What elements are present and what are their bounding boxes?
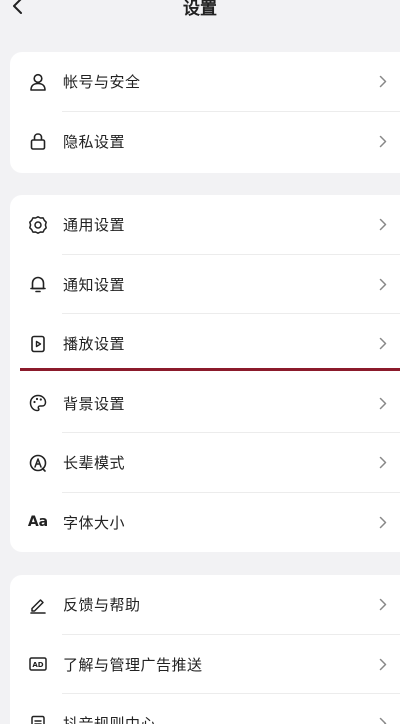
user-icon: [27, 71, 49, 93]
settings-item-general[interactable]: 通用设置: [10, 195, 400, 255]
settings-item-feedback[interactable]: 反馈与帮助: [10, 575, 400, 635]
ad-icon: AD: [27, 653, 49, 675]
settings-item-label: 反馈与帮助: [63, 596, 141, 615]
chevron-right-icon: [376, 598, 390, 612]
settings-item-rules-center[interactable]: 抖音规则中心: [10, 694, 400, 724]
chevron-right-icon: [376, 75, 390, 89]
settings-item-label: 抖音规则中心: [63, 713, 156, 724]
settings-item-label: 了解与管理广告推送: [63, 655, 203, 674]
settings-item-background[interactable]: 背景设置: [10, 374, 400, 433]
settings-item-label: 隐私设置: [63, 132, 126, 151]
settings-item-label: 背景设置: [63, 394, 126, 413]
chevron-right-icon: [376, 657, 390, 671]
settings-item-elder-mode[interactable]: 长辈模式: [10, 433, 400, 493]
page-title: 设置: [183, 0, 217, 19]
settings-item-label: 长辈模式: [63, 454, 126, 473]
document-icon: [27, 713, 49, 724]
pen-icon: [27, 594, 49, 616]
font-size-icon: Aa: [27, 511, 49, 533]
chevron-right-icon: [376, 396, 390, 410]
settings-group-help: 反馈与帮助 AD 了解与管理广告推送: [10, 575, 400, 724]
settings-item-label: 通知设置: [63, 275, 126, 294]
settings-item-playback[interactable]: 播放设置: [10, 314, 400, 374]
settings-item-ad-management[interactable]: AD 了解与管理广告推送: [10, 635, 400, 694]
settings-group-account: 帐号与安全 隐私设置: [10, 52, 400, 173]
settings-item-label: 字体大小: [63, 513, 126, 532]
lock-icon: [27, 130, 49, 152]
chevron-right-icon: [376, 515, 390, 529]
palette-icon: [27, 392, 49, 414]
settings-item-privacy[interactable]: 隐私设置: [10, 112, 400, 172]
chevron-right-icon: [376, 218, 390, 232]
gear-icon: [27, 214, 49, 236]
chevron-right-icon: [376, 337, 390, 351]
header: 设置: [0, 0, 400, 28]
settings-group-general: 通用设置 通知设置 播放设置 背景设置 长辈模式 Aa 字体大小: [10, 195, 400, 552]
settings-item-label: 通用设置: [63, 216, 126, 235]
settings-page: 设置 帐号与安全 隐私设置 通用设置 通知设置 播放设置 背景设置 长辈模式 A…: [0, 0, 400, 724]
highlight-divider: [20, 368, 400, 371]
settings-item-font-size[interactable]: Aa 字体大小: [10, 493, 400, 553]
chevron-right-icon: [376, 717, 390, 724]
bell-icon: [27, 273, 49, 295]
chevron-right-icon: [376, 277, 390, 291]
settings-item-label: 帐号与安全: [63, 73, 141, 92]
font-size-icon-text: Aa: [27, 514, 49, 531]
elder-mode-icon: [27, 452, 49, 474]
chevron-right-icon: [376, 456, 390, 470]
settings-item-account-security[interactable]: 帐号与安全: [10, 52, 400, 112]
chevron-right-icon: [376, 134, 390, 148]
ad-icon-text: AD: [32, 661, 43, 669]
play-icon: [27, 333, 49, 355]
settings-item-notifications[interactable]: 通知设置: [10, 255, 400, 314]
settings-item-label: 播放设置: [63, 335, 126, 354]
